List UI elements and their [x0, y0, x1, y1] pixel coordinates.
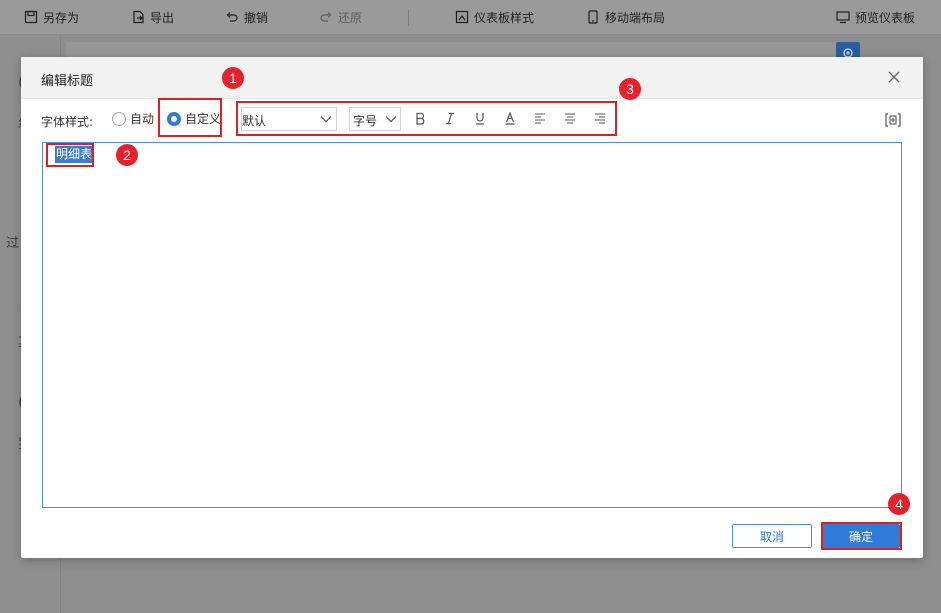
font-style-label: 字体样式:	[41, 115, 94, 129]
font-family-value: 默认	[242, 114, 267, 128]
align-center-button[interactable]	[562, 110, 578, 126]
close-icon[interactable]	[887, 70, 901, 84]
step-badge-1: 1	[222, 67, 244, 89]
font-family-select[interactable]: 默认	[241, 107, 337, 131]
font-color-button[interactable]	[502, 110, 518, 126]
bg-title-strip	[66, 42, 836, 58]
dialog-header: 编辑标题	[21, 57, 923, 99]
palette-icon	[455, 10, 469, 24]
italic-button[interactable]	[442, 110, 458, 126]
redo-button[interactable]: 还原	[319, 0, 362, 34]
dashboard-style-button[interactable]: 仪表板样式	[455, 0, 534, 34]
save-as-label: 另存为	[43, 10, 80, 25]
align-right-button[interactable]	[592, 110, 608, 126]
font-size-select[interactable]: 字号	[349, 107, 401, 131]
dashboard-style-label: 仪表板样式	[474, 10, 535, 25]
title-editor[interactable]: 明细表	[42, 142, 902, 508]
save-icon	[24, 10, 38, 24]
align-right-icon	[595, 113, 605, 124]
undo-icon	[226, 12, 238, 22]
radio-auto-circle[interactable]	[112, 111, 126, 126]
mobile-icon	[588, 10, 598, 24]
underline-button[interactable]	[472, 110, 488, 126]
underline-icon	[476, 112, 484, 125]
font-color-icon	[505, 111, 515, 125]
radio-auto[interactable]: 自动	[112, 110, 154, 127]
radio-custom[interactable]: 自定义	[167, 110, 221, 127]
export-label: 导出	[150, 10, 175, 25]
chevron-down-icon	[385, 116, 397, 123]
cancel-button[interactable]: 取消	[732, 524, 812, 548]
align-left-button[interactable]	[532, 110, 548, 126]
confirm-button[interactable]: 确定	[822, 524, 900, 548]
editor-selected-text[interactable]: 明细表	[55, 146, 94, 163]
radio-custom-circle[interactable]	[167, 111, 181, 126]
mobile-layout-label: 移动端布局	[605, 10, 666, 25]
bold-icon	[416, 112, 425, 125]
step-badge-2: 2	[116, 144, 138, 166]
font-style-row: 字体样式: 自动 自定义 默认 字号	[21, 99, 923, 141]
chevron-down-icon	[320, 116, 332, 123]
radio-custom-label: 自定义	[185, 112, 222, 126]
preview-dashboard-label: 预览仪表板	[855, 10, 916, 25]
insert-field-icon[interactable]	[885, 112, 901, 128]
step-badge-4: 4	[888, 493, 910, 515]
redo-label: 还原	[338, 10, 363, 25]
preview-dashboard-button[interactable]: 预览仪表板	[836, 0, 915, 34]
italic-icon	[446, 112, 454, 124]
radio-auto-label: 自动	[130, 112, 155, 126]
toolbar-divider	[408, 10, 409, 26]
step-badge-3: 3	[619, 78, 641, 100]
edit-title-dialog: 编辑标题 字体样式: 自动 自定义 默认 字号 明细表 取消 确定	[21, 57, 923, 558]
align-center-icon	[565, 113, 575, 124]
undo-label: 撤销	[244, 10, 269, 25]
font-size-value: 字号	[353, 114, 378, 128]
bold-button[interactable]	[412, 110, 428, 126]
align-left-icon	[535, 113, 545, 124]
save-as-button[interactable]: 另存为	[24, 0, 79, 34]
redo-icon	[320, 12, 332, 22]
top-toolbar: 另存为 导出 撤销 还原 仪表板样式 移动端布局 预览仪表板	[0, 0, 941, 35]
dialog-title: 编辑标题	[41, 74, 94, 89]
undo-button[interactable]: 撤销	[225, 0, 268, 34]
export-icon	[133, 10, 144, 24]
mobile-layout-button[interactable]: 移动端布局	[586, 0, 665, 34]
export-button[interactable]: 导出	[131, 0, 174, 34]
monitor-icon	[836, 11, 850, 24]
bg-glyph-c: 过	[6, 236, 20, 251]
